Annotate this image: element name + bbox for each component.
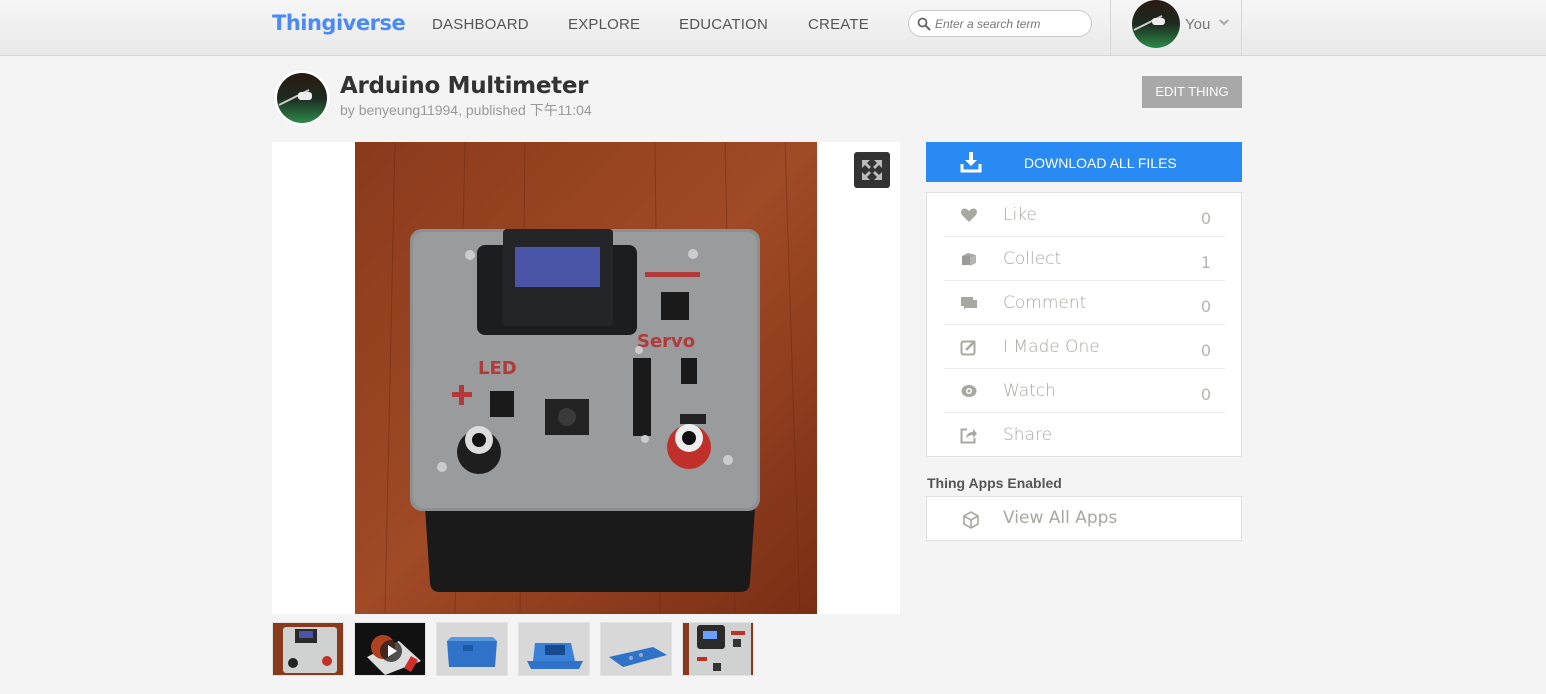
- thumbnail-image: [683, 623, 753, 675]
- avatar-image: [1132, 0, 1180, 48]
- avatar-image: [277, 73, 327, 123]
- svg-text:LED: LED: [478, 358, 517, 379]
- heart-icon: [961, 208, 977, 222]
- collect-count: 1: [1200, 253, 1211, 272]
- thumbnail-image: [601, 623, 671, 675]
- creator-avatar[interactable]: [274, 70, 330, 126]
- watch-count: 0: [1200, 385, 1211, 404]
- nav-create[interactable]: CREATE: [808, 16, 869, 33]
- action-comment[interactable]: Comment 0: [944, 281, 1225, 325]
- user-label[interactable]: You: [1185, 16, 1210, 33]
- by-prefix: by: [340, 102, 359, 118]
- action-label: Comment: [1003, 293, 1087, 313]
- thumbnail-image: [437, 623, 507, 675]
- edit-thing-button[interactable]: EDIT THING: [1142, 76, 1242, 108]
- comment-count: 0: [1200, 297, 1211, 316]
- thumbnail-image: [355, 623, 425, 675]
- thumbnail[interactable]: [272, 622, 344, 676]
- user-avatar[interactable]: [1132, 0, 1180, 48]
- thing-title: Arduino Multimeter: [340, 73, 589, 99]
- action-collect[interactable]: Collect 1: [944, 237, 1225, 281]
- expand-icon: [862, 160, 882, 180]
- like-count: 0: [1200, 209, 1211, 228]
- thumbnail[interactable]: [682, 622, 754, 676]
- chevron-down-icon[interactable]: [1219, 17, 1229, 27]
- search-box[interactable]: [908, 10, 1092, 37]
- multimeter-photo: Servo LED: [355, 142, 817, 614]
- thing-actions-panel: Like 0 Collect 1 Comment 0 I Made One 0 …: [926, 192, 1242, 457]
- eye-icon: [961, 385, 977, 397]
- download-label: DOWNLOAD ALL FILES: [1024, 155, 1177, 171]
- comment-icon: [961, 297, 977, 310]
- made-one-count: 0: [1200, 341, 1211, 360]
- action-label: Share: [1003, 425, 1053, 445]
- thing-byline: by benyeung11994, published 下午11:04: [340, 100, 592, 120]
- top-nav-bar: Thingiverse DASHBOARD EXPLORE EDUCATION …: [0, 0, 1546, 56]
- thumbnail[interactable]: [436, 622, 508, 676]
- thumbnail-video[interactable]: [354, 622, 426, 676]
- download-all-files-button[interactable]: DOWNLOAD ALL FILES: [926, 142, 1242, 182]
- action-label: Like: [1003, 205, 1037, 225]
- image-gallery: Servo LED: [272, 142, 900, 614]
- action-label: Watch: [1003, 381, 1056, 401]
- published-time: , published 下午11:04: [458, 102, 592, 118]
- expand-button[interactable]: [854, 152, 890, 188]
- action-label: Collect: [1003, 249, 1062, 269]
- user-menu[interactable]: You: [1110, 0, 1242, 56]
- cube-icon: [963, 511, 979, 529]
- thumbnail-image: [519, 623, 589, 675]
- share-icon: [960, 428, 977, 444]
- action-share[interactable]: Share: [944, 413, 1225, 457]
- nav-education[interactable]: EDUCATION: [679, 16, 768, 33]
- main-photo[interactable]: Servo LED: [355, 142, 817, 614]
- thumbnail[interactable]: [600, 622, 672, 676]
- search-icon: [917, 17, 931, 31]
- thingiverse-logo[interactable]: Thingiverse: [272, 11, 406, 35]
- view-all-apps-label: View All Apps: [1003, 508, 1118, 528]
- made-one-icon: [960, 340, 976, 356]
- action-watch[interactable]: Watch 0: [944, 369, 1225, 413]
- action-like[interactable]: Like 0: [944, 193, 1225, 237]
- author-link[interactable]: benyeung11994: [359, 102, 458, 118]
- thumbnail-image: [273, 623, 343, 675]
- collect-icon: [962, 253, 976, 266]
- search-input[interactable]: [935, 15, 1085, 33]
- action-i-made-one[interactable]: I Made One 0: [944, 325, 1225, 369]
- action-label: I Made One: [1003, 337, 1100, 357]
- nav-explore[interactable]: EXPLORE: [568, 16, 640, 33]
- nav-dashboard[interactable]: DASHBOARD: [432, 16, 529, 33]
- thumbnail[interactable]: [518, 622, 590, 676]
- thing-apps-heading: Thing Apps Enabled: [927, 475, 1062, 491]
- view-all-apps-link[interactable]: View All Apps: [926, 496, 1242, 541]
- download-icon: [960, 152, 982, 173]
- svg-text:Servo: Servo: [637, 331, 695, 352]
